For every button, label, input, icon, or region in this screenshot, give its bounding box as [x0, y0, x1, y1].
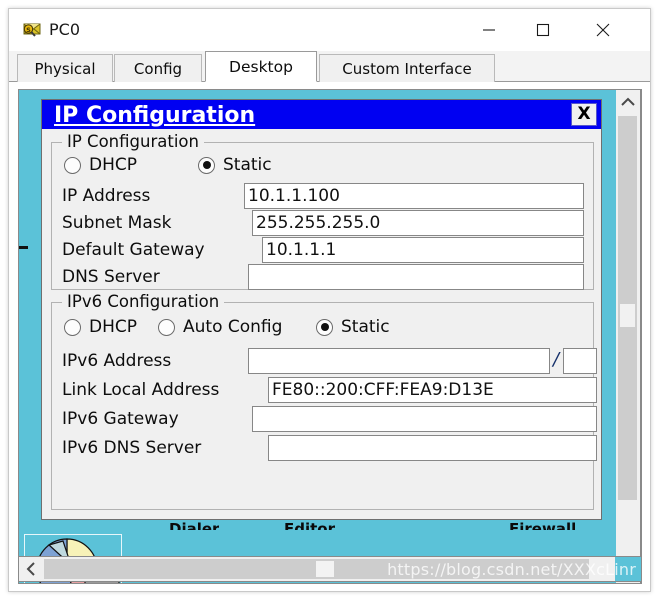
label-ipv6-gateway: IPv6 Gateway [62, 409, 179, 429]
tab-desktop[interactable]: Desktop [205, 51, 317, 82]
ipv6-radio-static[interactable]: Static [316, 317, 390, 337]
radio-dot-icon [64, 156, 81, 174]
left-edge-marker [19, 246, 28, 249]
input-ipv6-gateway[interactable] [252, 406, 597, 432]
ip-configuration-titlebar: IP Configuration X [42, 100, 601, 129]
vertical-scrollbar-thumb-grip[interactable] [620, 304, 635, 327]
input-ipv6-dns-server[interactable] [268, 435, 597, 461]
ipv6-radio-dhcp[interactable]: DHCP [64, 317, 137, 337]
tab-custom-interface[interactable]: Custom Interface [319, 54, 495, 82]
ipv6-prefix-separator: / [553, 349, 560, 370]
ipv6-radio-static-label: Static [341, 317, 390, 337]
ip-configuration-title: IP Configuration [54, 103, 256, 128]
radio-dot-icon [198, 156, 215, 174]
tab-custom-interface-label: Custom Interface [342, 59, 472, 78]
horizontal-scrollbar[interactable] [18, 556, 642, 582]
label-dns-server: DNS Server [62, 267, 160, 287]
scrollbar-corner [615, 557, 641, 581]
minimize-button[interactable] [466, 9, 512, 51]
label-ipv6-dns-server: IPv6 DNS Server [62, 438, 202, 458]
window-title-text: PC0 [49, 20, 80, 39]
pc0-window: S PC0 Physical Config Desktop Custom Int… [8, 8, 651, 592]
tab-config[interactable]: Config [114, 54, 202, 82]
ipv6-radio-auto-config-label: Auto Config [183, 317, 283, 337]
radio-dot-icon [158, 318, 175, 336]
svg-text:S: S [26, 26, 31, 34]
close-dialog-label: X [577, 104, 591, 124]
input-link-local-address[interactable]: FE80::200:CFF:FEA9:D13E [268, 377, 597, 403]
tab-desktop-label: Desktop [229, 57, 293, 76]
ipv4-group-title: IP Configuration [62, 132, 204, 151]
close-dialog-button[interactable]: X [571, 103, 597, 126]
input-ip-address[interactable]: 10.1.1.100 [244, 183, 584, 209]
vertical-scrollbar-thumb[interactable] [618, 116, 637, 500]
ipv6-radio-auto-config[interactable]: Auto Config [158, 317, 282, 337]
envelope-magnifier-icon: S [21, 19, 43, 41]
input-subnet-mask[interactable]: 255.255.255.0 [252, 210, 584, 236]
horizontal-scrollbar-thumb-grip[interactable] [316, 561, 334, 577]
tab-physical[interactable]: Physical [17, 54, 113, 82]
ipv6-configuration-group: IPv6 Configuration DHCP Auto Config Stat… [51, 292, 597, 510]
desktop-icon-label-dialer[interactable]: Dialer [169, 520, 219, 530]
input-dns-server[interactable] [248, 264, 584, 290]
desktop-icon-label-editor[interactable]: Editor [284, 520, 335, 530]
ipv6-group-title: IPv6 Configuration [62, 292, 225, 311]
ipv4-radio-dhcp[interactable]: DHCP [64, 155, 137, 175]
ipv4-configuration-group: IP Configuration DHCP Static IP Address … [51, 132, 594, 290]
tab-strip: Physical Config Desktop Custom Interface [9, 51, 650, 82]
radio-dot-icon [64, 318, 81, 336]
input-ipv6-address[interactable] [248, 348, 550, 374]
window-title-bar: S PC0 [9, 9, 650, 51]
label-link-local-address: Link Local Address [62, 380, 220, 400]
desktop-pane: Dialer Editor Firewall IP Configuration … [18, 89, 642, 584]
desktop-icon-label-firewall[interactable]: Firewall [509, 520, 576, 530]
close-window-button[interactable] [580, 9, 626, 51]
ipv4-radio-dhcp-label: DHCP [89, 155, 137, 175]
ipv4-radio-static-label: Static [223, 155, 272, 175]
radio-dot-icon [316, 318, 333, 336]
input-ipv6-prefix-length[interactable] [563, 348, 597, 374]
label-ip-address: IP Address [62, 186, 151, 206]
scroll-left-arrow-icon[interactable] [19, 557, 43, 581]
ip-configuration-dialog: IP Configuration X IP Configuration DHCP… [41, 99, 602, 520]
tab-physical-label: Physical [34, 59, 96, 78]
input-default-gateway[interactable]: 10.1.1.1 [262, 237, 584, 263]
label-default-gateway: Default Gateway [62, 240, 205, 260]
ipv4-radio-static[interactable]: Static [198, 155, 272, 175]
scroll-up-arrow-icon[interactable] [616, 90, 640, 114]
tab-config-label: Config [133, 59, 183, 78]
label-subnet-mask: Subnet Mask [62, 213, 172, 233]
label-ipv6-address: IPv6 Address [62, 351, 172, 371]
horizontal-scrollbar-thumb[interactable] [44, 559, 589, 579]
ipv6-radio-dhcp-label: DHCP [89, 317, 137, 337]
maximize-button[interactable] [520, 9, 566, 51]
vertical-scrollbar[interactable] [616, 89, 641, 584]
